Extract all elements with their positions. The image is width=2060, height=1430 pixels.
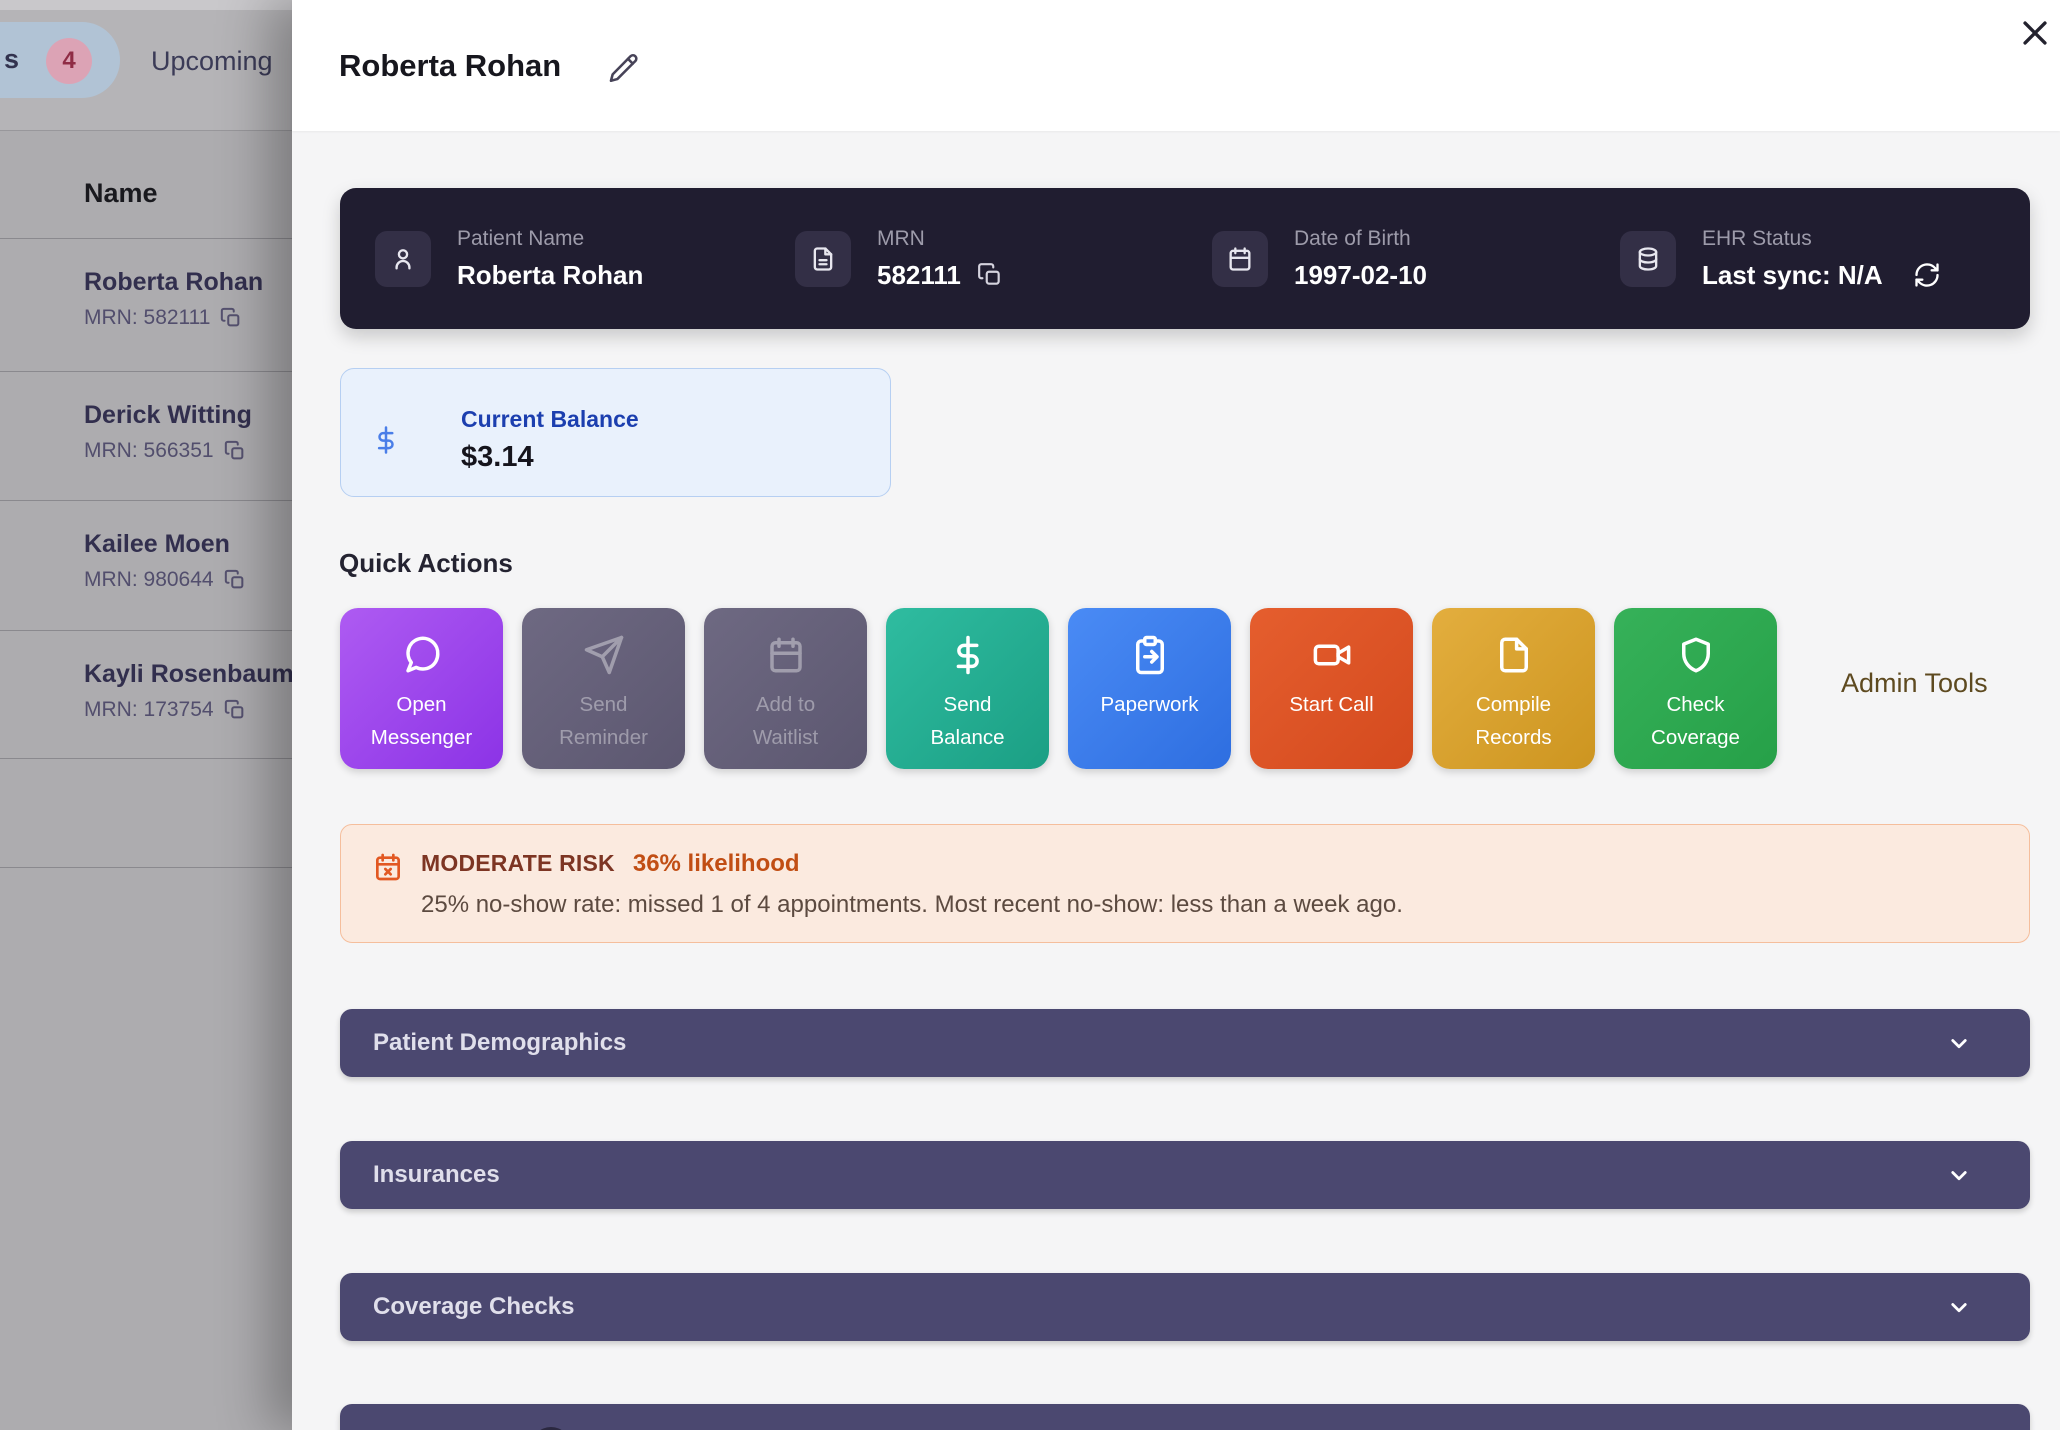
info-value: 1997-02-10: [1294, 260, 1427, 291]
send-reminder-button[interactable]: Send Reminder: [522, 608, 685, 769]
dollar-icon: [371, 425, 401, 455]
section-patient-demographics[interactable]: Patient Demographics: [340, 1009, 2030, 1077]
paperwork-button[interactable]: Paperwork: [1068, 608, 1231, 769]
section-label: Patient Demographics: [373, 1029, 626, 1057]
copy-icon[interactable]: [224, 569, 246, 591]
patient-mrn: MRN: 582111: [84, 306, 242, 330]
admin-tools-link[interactable]: Admin Tools: [1841, 668, 1988, 699]
patient-info-bar: Patient Name Roberta Rohan MRN 582111: [340, 188, 2030, 329]
button-label: Balance: [930, 721, 1004, 754]
check-coverage-button[interactable]: Check Coverage: [1614, 608, 1777, 769]
button-label: Compile: [1476, 688, 1551, 721]
open-messenger-button[interactable]: Open Messenger: [340, 608, 503, 769]
file-text-icon: [795, 231, 851, 287]
button-label: Messenger: [371, 721, 472, 754]
database-icon: [1620, 231, 1676, 287]
dollar-icon: [947, 634, 989, 676]
section-label: Insurances: [373, 1161, 500, 1189]
patient-mrn: MRN: 980644: [84, 568, 246, 592]
patient-detail-drawer: Roberta Rohan Patient Name Roberta Rohan: [292, 0, 2060, 1430]
info-label: Patient Name: [457, 227, 643, 251]
edit-pencil-icon[interactable]: [605, 50, 641, 86]
info-value: 582111: [877, 260, 1003, 291]
start-call-button[interactable]: Start Call: [1250, 608, 1413, 769]
info-value: Roberta Rohan: [457, 260, 643, 291]
calendar-x-icon: [372, 851, 404, 883]
no-show-risk-banner: MODERATE RISK 36% likelihood 25% no-show…: [340, 824, 2030, 943]
risk-detail: 25% no-show rate: missed 1 of 4 appointm…: [421, 891, 1403, 919]
info-group-dob: Date of Birth 1997-02-10: [1212, 188, 1427, 329]
balance-label: Current Balance: [461, 406, 639, 433]
patient-name: Roberta Rohan: [84, 268, 263, 297]
info-label: EHR Status: [1702, 227, 1941, 251]
shield-icon: [1675, 634, 1717, 676]
chat-bubble-icon: [401, 634, 443, 676]
info-label: Date of Birth: [1294, 227, 1427, 251]
calendar-icon: [1212, 231, 1268, 287]
info-group-ehr: EHR Status Last sync: N/A: [1620, 188, 1941, 329]
risk-level-label: MODERATE RISK: [421, 850, 615, 877]
quick-actions-row: Open Messenger Send Reminder Add to Wait…: [340, 608, 1777, 769]
column-header-name: Name: [84, 178, 158, 209]
button-label: Send: [944, 688, 992, 721]
page-title: Roberta Rohan: [339, 48, 561, 84]
add-to-waitlist-button[interactable]: Add to Waitlist: [704, 608, 867, 769]
info-value: Last sync: N/A: [1702, 260, 1941, 291]
button-label: Send: [580, 688, 628, 721]
chevron-down-icon: [1944, 1028, 1974, 1058]
chevron-down-icon: [1944, 1160, 1974, 1190]
button-label: Records: [1475, 721, 1551, 754]
patient-mrn: MRN: 566351: [84, 439, 246, 463]
user-icon: [375, 231, 431, 287]
copy-icon[interactable]: [224, 440, 246, 462]
section-coverage-checks[interactable]: Coverage Checks: [340, 1273, 2030, 1341]
section-encounters[interactable]: Encounters: [340, 1404, 2030, 1430]
patient-name: Kayli Rosenbaum: [84, 660, 294, 689]
button-label: Coverage: [1651, 721, 1740, 754]
compile-records-button[interactable]: Compile Records: [1432, 608, 1595, 769]
video-camera-icon: [1311, 634, 1353, 676]
tab-active-label: s: [4, 44, 19, 75]
send-balance-button[interactable]: Send Balance: [886, 608, 1049, 769]
file-icon: [1493, 634, 1535, 676]
copy-icon[interactable]: [977, 262, 1003, 288]
section-insurances[interactable]: Insurances: [340, 1141, 2030, 1209]
current-balance-card: Current Balance $3.14: [340, 368, 891, 497]
section-label: Coverage Checks: [373, 1293, 574, 1321]
button-label: Open: [396, 688, 446, 721]
screen: s 4 Upcoming Name Roberta Rohan MRN: 582…: [0, 0, 2060, 1430]
clipboard-arrow-icon: [1129, 634, 1171, 676]
patient-mrn: MRN: 173754: [84, 698, 246, 722]
button-label: Waitlist: [753, 721, 818, 754]
button-label: Paperwork: [1101, 688, 1199, 721]
copy-icon[interactable]: [220, 307, 242, 329]
info-group-patient-name: Patient Name Roberta Rohan: [375, 188, 643, 329]
calendar-icon: [765, 634, 807, 676]
tab-active-pill[interactable]: s 4: [0, 22, 120, 98]
risk-likelihood: 36% likelihood: [633, 850, 800, 878]
quick-actions-title: Quick Actions: [339, 548, 513, 579]
patient-name: Kailee Moen: [84, 530, 230, 559]
drawer-header: Roberta Rohan: [292, 0, 2060, 131]
patient-name: Derick Witting: [84, 401, 252, 430]
info-label: MRN: [877, 227, 1003, 251]
button-label: Check: [1666, 688, 1724, 721]
balance-value: $3.14: [461, 441, 534, 474]
tab-upcoming[interactable]: Upcoming: [151, 46, 273, 77]
send-icon: [583, 634, 625, 676]
info-group-mrn: MRN 582111: [795, 188, 1003, 329]
tab-count-badge: 4: [46, 38, 92, 84]
button-label: Add to: [756, 688, 815, 721]
chevron-down-icon: [1944, 1292, 1974, 1322]
refresh-icon[interactable]: [1913, 261, 1941, 289]
button-label: Reminder: [559, 721, 648, 754]
close-icon[interactable]: [2014, 12, 2056, 54]
copy-icon[interactable]: [224, 699, 246, 721]
button-label: Start Call: [1289, 688, 1373, 721]
